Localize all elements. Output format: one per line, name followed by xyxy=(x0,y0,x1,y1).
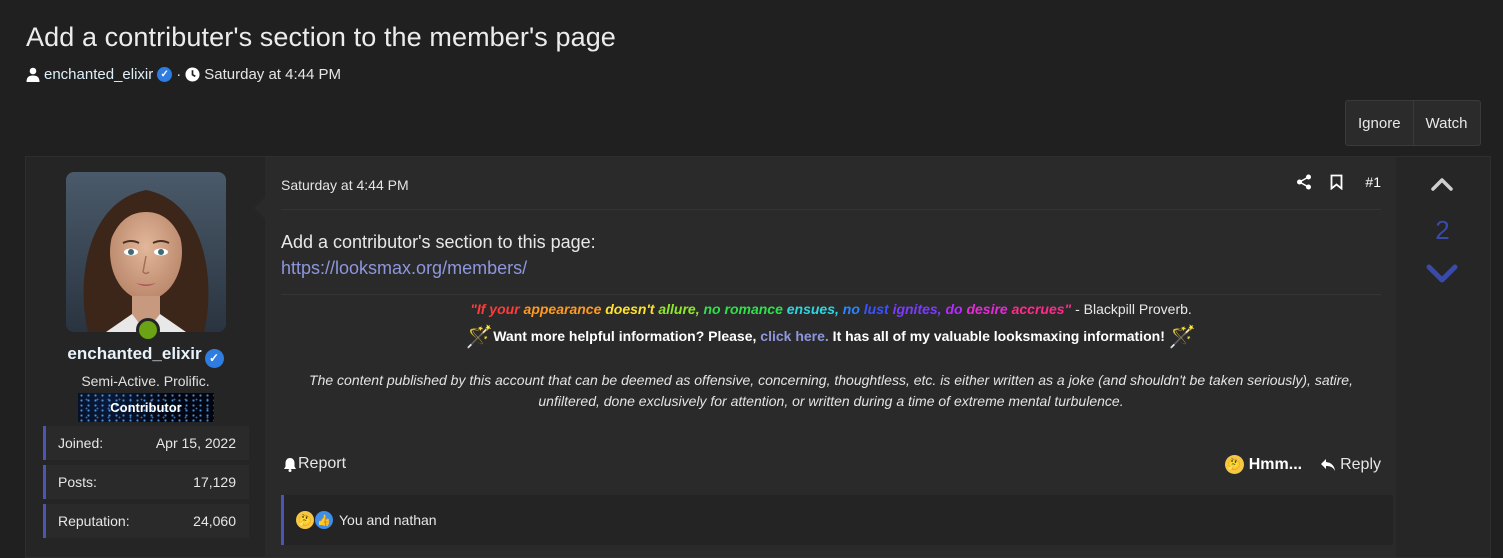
stat-label: Reputation: xyxy=(58,513,130,529)
stat-label: Joined: xyxy=(58,435,104,451)
reply-label: Reply xyxy=(1340,455,1381,473)
user-icon xyxy=(26,67,40,82)
stat-label: Posts: xyxy=(58,474,97,490)
quote-segment: doesn't xyxy=(605,301,659,317)
like-emoji-icon: 👍 xyxy=(315,511,333,529)
stat-reputation: Reputation: 24,060 xyxy=(43,504,249,538)
bookmark-icon[interactable] xyxy=(1330,174,1343,190)
thread-meta: enchanted_elixir ✓ · Saturday at 4:44 PM xyxy=(26,66,341,83)
quote-segment: no xyxy=(842,301,864,317)
disclaimer-line: The content published by this account th… xyxy=(309,372,1353,388)
report-label: Report xyxy=(298,455,347,472)
wand-icon: 🪄 xyxy=(465,324,494,349)
quote-segment: ignites, xyxy=(892,301,946,317)
quote-segment: ensues, xyxy=(786,301,843,317)
post-username-text[interactable]: enchanted_elixir xyxy=(67,344,201,363)
wand-icon: 🪄 xyxy=(1168,324,1197,349)
stat-value[interactable]: 17,129 xyxy=(193,474,236,490)
post-text: Add a contributor's section to this page… xyxy=(281,232,596,252)
post-number-link[interactable]: #1 xyxy=(1365,174,1381,190)
bell-icon xyxy=(283,457,297,472)
vote-column: 2 xyxy=(1396,157,1489,557)
signature-info-line: 🪄Want more helpful information? Please, … xyxy=(281,322,1381,350)
post-body: Add a contributor's section to this page… xyxy=(281,229,596,281)
reactions-text[interactable]: You and nathan xyxy=(339,512,437,528)
quote-segment: accrues" xyxy=(1011,301,1072,317)
post-actions: #1 xyxy=(1296,174,1381,190)
click-here-link[interactable]: click here. xyxy=(760,328,829,344)
post-footer: Report 🤔 Hmm... Reply xyxy=(281,455,1381,477)
share-icon[interactable] xyxy=(1296,174,1312,190)
verified-icon: ✓ xyxy=(157,67,173,82)
vote-count: 2 xyxy=(1435,215,1450,245)
report-button[interactable]: Report xyxy=(283,455,346,473)
ignore-button[interactable]: Ignore xyxy=(1346,101,1413,145)
thread-author-link[interactable]: enchanted_elixir xyxy=(44,66,153,83)
quote-segment: no romance xyxy=(703,301,787,317)
quote-segment: appearance xyxy=(523,301,606,317)
post-date-link[interactable]: Saturday at 4:44 PM xyxy=(281,177,409,193)
signature-quote-line: "If your appearance doesn't allure, no r… xyxy=(281,299,1381,319)
clock-icon xyxy=(185,67,200,82)
members-link[interactable]: https://looksmax.org/members/ xyxy=(281,258,527,278)
quote-segment: "If your xyxy=(470,301,524,317)
post-header: Saturday at 4:44 PM #1 xyxy=(281,174,1381,210)
post-user-panel: enchanted_elixir ✓ Semi-Active. Prolific.… xyxy=(26,157,265,557)
online-status-dot xyxy=(136,318,160,342)
footer-actions: 🤔 Hmm... Reply xyxy=(1224,455,1381,474)
stat-joined: Joined: Apr 15, 2022 xyxy=(43,426,249,460)
user-stats: Joined: Apr 15, 2022 Posts: 17,129 Reput… xyxy=(43,426,249,543)
thinking-emoji-icon: 🤔 xyxy=(296,511,314,529)
signature-disclaimer: The content published by this account th… xyxy=(281,370,1381,412)
watch-button[interactable]: Watch xyxy=(1412,101,1480,145)
post-username[interactable]: enchanted_elixir ✓ xyxy=(26,344,265,368)
meta-separator: · xyxy=(176,66,182,83)
info-before: Want more helpful information? Please, xyxy=(493,328,761,344)
post-main: Saturday at 4:44 PM #1 Add a contributor… xyxy=(265,157,1396,557)
signature-quote: "If your appearance doesn't allure, no r… xyxy=(470,301,1071,317)
thread-date-link[interactable]: Saturday at 4:44 PM xyxy=(204,66,341,83)
signature-attribution: - Blackpill Proverb. xyxy=(1071,301,1192,317)
arrow-down-icon[interactable] xyxy=(1426,263,1458,290)
signature: "If your appearance doesn't allure, no r… xyxy=(281,299,1381,412)
info-after: It has all of my valuable looksmaxing in… xyxy=(828,328,1165,344)
user-title: Semi-Active. Prolific. xyxy=(81,373,210,389)
banner-label: Contributor xyxy=(110,400,182,415)
contributor-banner: Contributor xyxy=(78,393,214,422)
stat-posts: Posts: 17,129 xyxy=(43,465,249,499)
quote-segment: desire xyxy=(966,301,1012,317)
reply-icon xyxy=(1320,458,1336,472)
quote-segment: do xyxy=(945,301,967,317)
thread-actions: Ignore Watch xyxy=(1345,100,1481,146)
react-hmm-button[interactable]: 🤔 Hmm... xyxy=(1224,455,1303,474)
reactions-bar[interactable]: 🤔 👍 You and nathan xyxy=(281,495,1393,545)
post-pointer xyxy=(254,197,265,219)
arrow-up-icon[interactable] xyxy=(1431,177,1453,196)
quote-segment: allure, xyxy=(658,301,704,317)
quote-segment: lust xyxy=(863,301,893,317)
signature-divider xyxy=(281,294,1381,295)
stat-value: 24,060 xyxy=(193,513,236,529)
post: enchanted_elixir ✓ Semi-Active. Prolific.… xyxy=(25,156,1491,558)
thread-title: Add a contributer's section to the membe… xyxy=(26,22,616,52)
disclaimer-line: unfiltered, done exclusively for attenti… xyxy=(538,393,1124,409)
hmm-label: Hmm... xyxy=(1248,455,1303,473)
thinking-emoji-icon: 🤔 xyxy=(1224,455,1244,474)
avatar[interactable] xyxy=(66,172,226,332)
stat-value: Apr 15, 2022 xyxy=(155,435,236,451)
reply-button[interactable]: Reply xyxy=(1320,456,1381,474)
verified-icon: ✓ xyxy=(204,348,224,368)
